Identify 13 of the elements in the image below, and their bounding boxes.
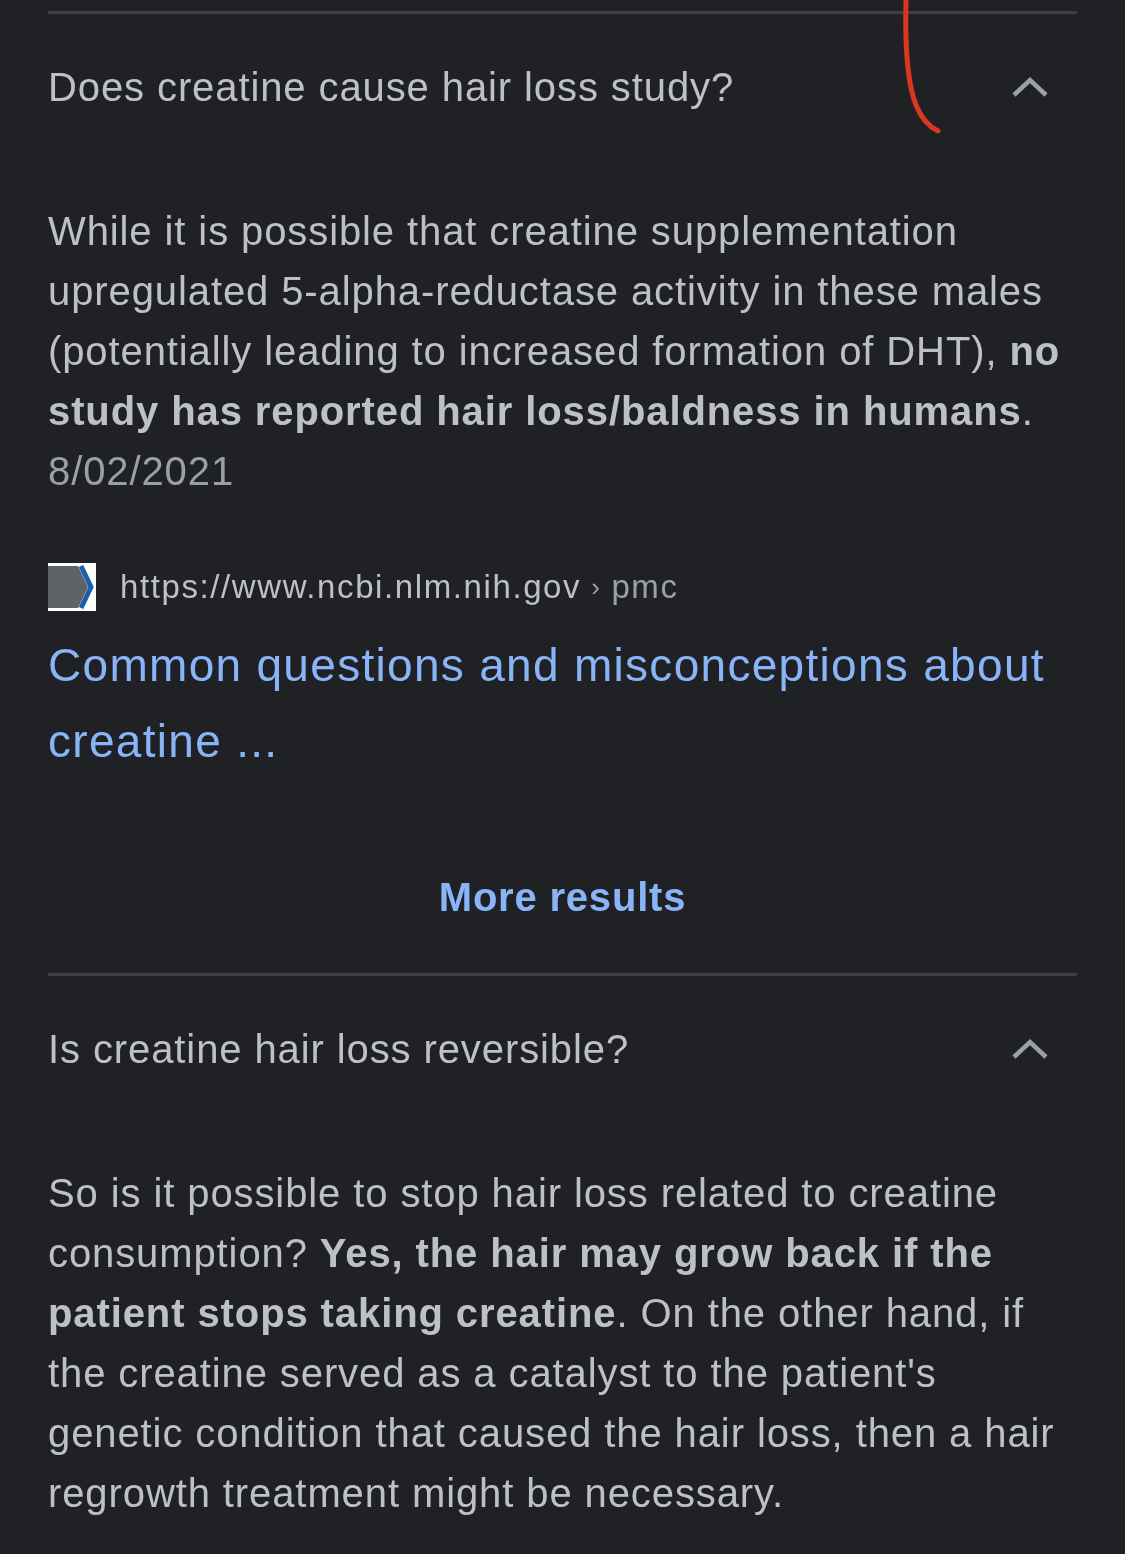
answer-date: 8/02/2021 [48, 448, 235, 495]
chevron-up-icon [1011, 1038, 1049, 1060]
breadcrumb-separator: › [591, 570, 602, 604]
source-path: pmc [611, 567, 679, 608]
more-results-button[interactable]: More results [430, 855, 695, 939]
result-title-link[interactable]: Common questions and misconceptions about creatine ... [48, 627, 1077, 779]
question-toggle[interactable]: Is creatine hair loss reversible? [48, 976, 1077, 1122]
chevron-up-icon [1011, 76, 1049, 98]
source-url: https://www.ncbi.nlm.nih.gov [120, 567, 582, 608]
question-toggle[interactable]: Does creatine cause hair loss study? [48, 14, 1077, 160]
answer-text: So is it possible to stop hair loss related to creatine consumption? Yes, the hair may grow back if the patient stops taking creatine. On the other hand, if the creatine served as a catalyst to the patient's genetic condition that caused the hair loss, then a hair regrowth treatment might be necessary. [48, 1170, 1056, 1517]
chevron-logo-icon [48, 563, 96, 611]
answer-text: While it is possible that creatine supplementation upregulated 5-alpha-reductase activity in these males (potentially leading to increased formation of DHT), no study has reported hair loss/baldness in humans. [48, 208, 1062, 435]
